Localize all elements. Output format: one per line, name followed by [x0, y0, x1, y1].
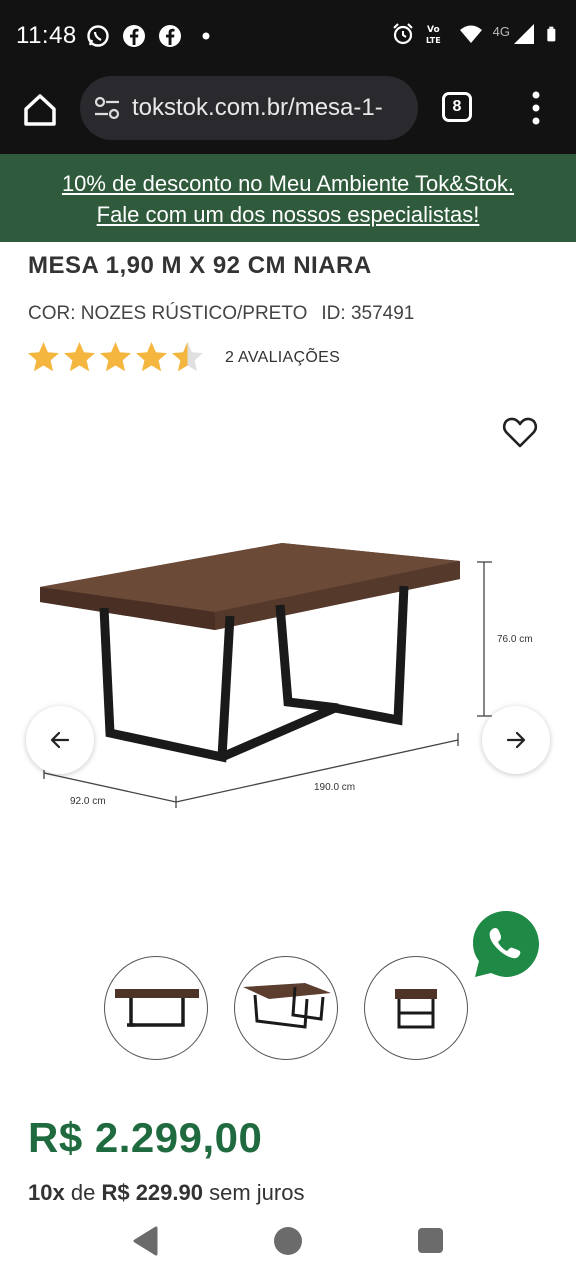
installments-suffix: sem juros [209, 1180, 305, 1205]
home-icon[interactable] [20, 90, 60, 130]
thumbnail-3[interactable] [364, 956, 468, 1060]
whatsapp-chat-button[interactable] [462, 900, 550, 988]
gallery-prev-button[interactable] [26, 706, 94, 774]
heart-icon[interactable] [500, 412, 540, 452]
system-navigation-bar [0, 1210, 576, 1280]
thumbnail-2[interactable] [234, 956, 338, 1060]
promo-link-line2[interactable]: Fale com um dos nossos especialistas! [0, 199, 576, 230]
more-menu-icon[interactable] [526, 90, 546, 126]
url-text: tokstok.com.br/mesa-1- [132, 94, 383, 121]
rating-stars [26, 340, 205, 375]
svg-text:Vo: Vo [427, 25, 440, 35]
address-bar[interactable]: tokstok.com.br/mesa-1- [80, 76, 418, 140]
dimension-length: 190.0 cm [314, 782, 355, 793]
product-price: R$ 2.299,00 [28, 1114, 263, 1161]
volte-icon: VoLTE [426, 25, 441, 45]
star-icon [100, 342, 131, 372]
recent-apps-icon[interactable] [418, 1228, 443, 1253]
alarm-icon [392, 23, 413, 45]
star-icon [172, 342, 203, 372]
star-icon [136, 342, 167, 372]
dot-icon [202, 32, 210, 40]
dimension-height: 76.0 cm [497, 634, 533, 645]
back-icon[interactable] [132, 1226, 160, 1256]
whatsapp-icon [87, 25, 109, 47]
product-gallery: 76.0 cm 190.0 cm 92.0 cm [0, 400, 576, 920]
site-settings-icon[interactable] [94, 96, 120, 120]
product-meta: COR: NOZES RÚSTICO/PRETO ID: 357491 [28, 303, 414, 325]
tab-switcher-button[interactable]: 8 [442, 92, 472, 122]
product-image[interactable]: 76.0 cm 190.0 cm 92.0 cm [0, 530, 576, 830]
star-icon [28, 342, 59, 372]
installments-count: 10x [28, 1180, 65, 1205]
promo-link-line1[interactable]: 10% de desconto no Meu Ambiente Tok&Stok… [0, 168, 576, 199]
browser-toolbar: tokstok.com.br/mesa-1- 8 [0, 72, 576, 154]
product-id: ID: 357491 [321, 303, 415, 324]
dimension-depth: 92.0 cm [70, 796, 106, 807]
signal-icon [514, 24, 534, 44]
svg-text:LTE: LTE [426, 36, 441, 45]
home-nav-icon[interactable] [274, 1227, 302, 1255]
thumbnail-1[interactable] [104, 956, 208, 1060]
thumbnail-image [243, 983, 331, 1029]
installments: 10x de R$ 229.90 sem juros [28, 1180, 304, 1206]
rating-row[interactable]: 2 AVALIAÇÕES [26, 340, 340, 375]
network-type: 4G [492, 23, 510, 39]
system-icons: Vo LTE 4G [391, 22, 562, 46]
product-title: MESA 1,90 M X 92 CM NIARA [28, 252, 372, 279]
installments-de: de [70, 1180, 96, 1205]
promo-banner: 10% de desconto no Meu Ambiente Tok&Stok… [0, 154, 576, 242]
thumbnail-image [395, 989, 437, 1029]
reviews-link[interactable]: 2 AVALIAÇÕES [225, 349, 340, 367]
gallery-next-button[interactable] [482, 706, 550, 774]
facebook-icon [159, 25, 181, 47]
gallery-thumbnails [104, 956, 468, 1060]
wifi-icon [459, 25, 482, 43]
star-icon [64, 342, 95, 372]
status-time: 11:48 [16, 22, 77, 49]
status-bar: 11:48 Vo LTE 4G [0, 0, 576, 72]
product-color: COR: NOZES RÚSTICO/PRETO [28, 303, 308, 324]
arrow-right-icon [506, 731, 526, 749]
arrow-left-icon [50, 731, 70, 749]
battery-icon [547, 26, 556, 42]
facebook-icon [123, 25, 145, 47]
notification-icons [86, 24, 218, 48]
thumbnail-image [115, 989, 199, 1027]
installment-value: R$ 229.90 [101, 1180, 203, 1205]
